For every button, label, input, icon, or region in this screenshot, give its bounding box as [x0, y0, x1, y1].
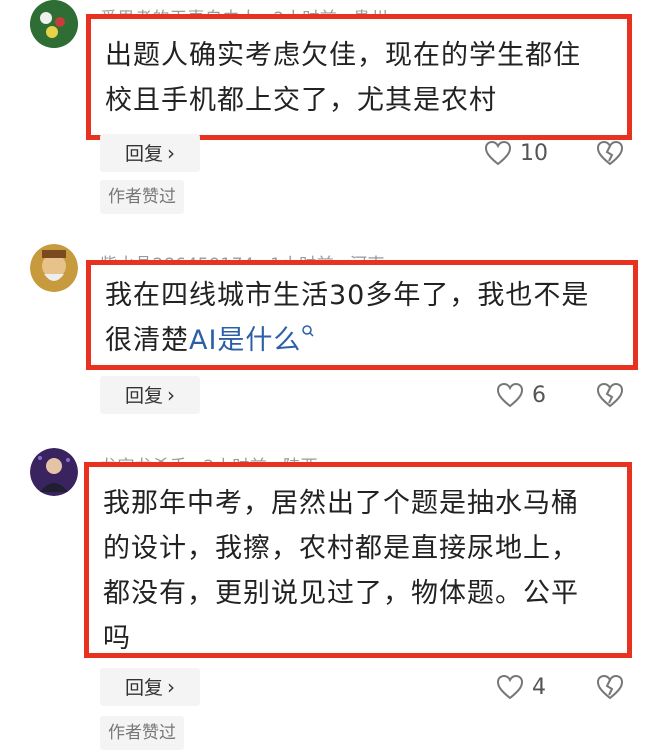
comment-text-line: 的设计，我擦，农村都是直接尿地上，: [103, 533, 579, 564]
avatar[interactable]: [30, 0, 78, 48]
chevron-right-icon: ›: [167, 383, 175, 407]
comment-text-line: 吗: [103, 623, 131, 654]
author-liked-badge: 作者赞过: [100, 180, 184, 214]
dislike-button[interactable]: [596, 382, 624, 412]
like-count: 6: [532, 382, 546, 408]
author-liked-badge: 作者赞过: [100, 716, 184, 750]
comment-text-line: 我那年中考，居然出了个题是抽水马桶: [103, 488, 579, 519]
dislike-button[interactable]: [596, 674, 624, 704]
reply-button[interactable]: 回复 ›: [100, 376, 200, 414]
like-button[interactable]: 4: [496, 674, 546, 700]
comment-text-line: 都没有，更别说见过了，物体题。公平: [103, 578, 579, 609]
heart-outline-icon: [496, 382, 524, 408]
like-button[interactable]: 6: [496, 382, 546, 408]
reply-label: 回复: [124, 385, 163, 407]
reply-label: 回复: [124, 677, 163, 699]
comment-text-line: 我在四线城市生活30多年了，我也不是: [105, 280, 590, 311]
search-icon[interactable]: [301, 324, 315, 338]
search-link[interactable]: AI是什么: [189, 325, 301, 356]
reply-label: 回复: [124, 143, 163, 165]
highlight-box: 我在四线城市生活30多年了，我也不是 很清楚AI是什么: [86, 260, 638, 370]
heart-outline-icon: [496, 674, 524, 700]
like-button[interactable]: 10: [484, 140, 548, 166]
like-count: 4: [532, 674, 546, 700]
reply-button[interactable]: 回复 ›: [100, 134, 200, 172]
like-count: 10: [520, 140, 548, 166]
broken-heart-icon: [596, 382, 624, 408]
chevron-right-icon: ›: [167, 141, 175, 165]
highlight-box: 我那年中考，居然出了个题是抽水马桶 的设计，我擦，农村都是直接尿地上， 都没有，…: [84, 462, 632, 658]
comment-text-fragment: 很清楚: [105, 325, 189, 356]
comment-text-line: 出题人确实考虑欠佳，现在的学生都住: [105, 40, 581, 71]
dislike-button[interactable]: [596, 140, 624, 170]
chevron-right-icon: ›: [167, 675, 175, 699]
broken-heart-icon: [596, 140, 624, 166]
highlight-box: 出题人确实考虑欠佳，现在的学生都住 校且手机都上交了，尤其是农村: [86, 14, 632, 140]
reply-button[interactable]: 回复 ›: [100, 668, 200, 706]
avatar[interactable]: [30, 244, 78, 292]
comment-text-line: 校且手机都上交了，尤其是农村: [105, 85, 497, 116]
heart-outline-icon: [484, 140, 512, 166]
avatar[interactable]: [30, 448, 78, 496]
broken-heart-icon: [596, 674, 624, 700]
comment-text-line: 很清楚AI是什么: [91, 318, 633, 363]
